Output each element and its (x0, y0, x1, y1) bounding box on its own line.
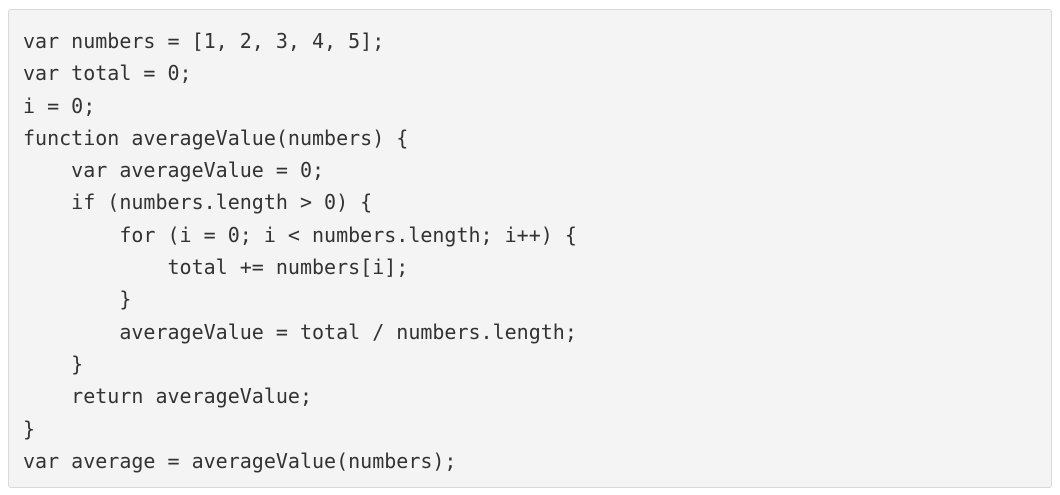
code-line: return averageValue; (23, 384, 312, 409)
code-line: i = 0; (23, 93, 96, 118)
code-line: function averageValue(numbers) { (23, 125, 409, 150)
code-line: var average = averageValue(numbers); (23, 448, 457, 473)
code-snippet: var numbers = [1, 2, 3, 4, 5]; var total … (23, 25, 1037, 477)
code-line: total += numbers[i]; (23, 255, 409, 280)
code-block: var numbers = [1, 2, 3, 4, 5]; var total … (8, 9, 1052, 488)
code-line: if (numbers.length > 0) { (23, 190, 373, 215)
code-line: averageValue = total / numbers.length; (23, 319, 577, 344)
code-line: var averageValue = 0; (23, 158, 325, 183)
code-line: for (i = 0; i < numbers.length; i++) { (23, 222, 577, 247)
code-line: } (23, 287, 132, 312)
code-line: } (23, 351, 84, 376)
code-line: var numbers = [1, 2, 3, 4, 5]; (23, 29, 385, 53)
code-line: var total = 0; (23, 61, 192, 86)
code-line: } (23, 416, 36, 441)
